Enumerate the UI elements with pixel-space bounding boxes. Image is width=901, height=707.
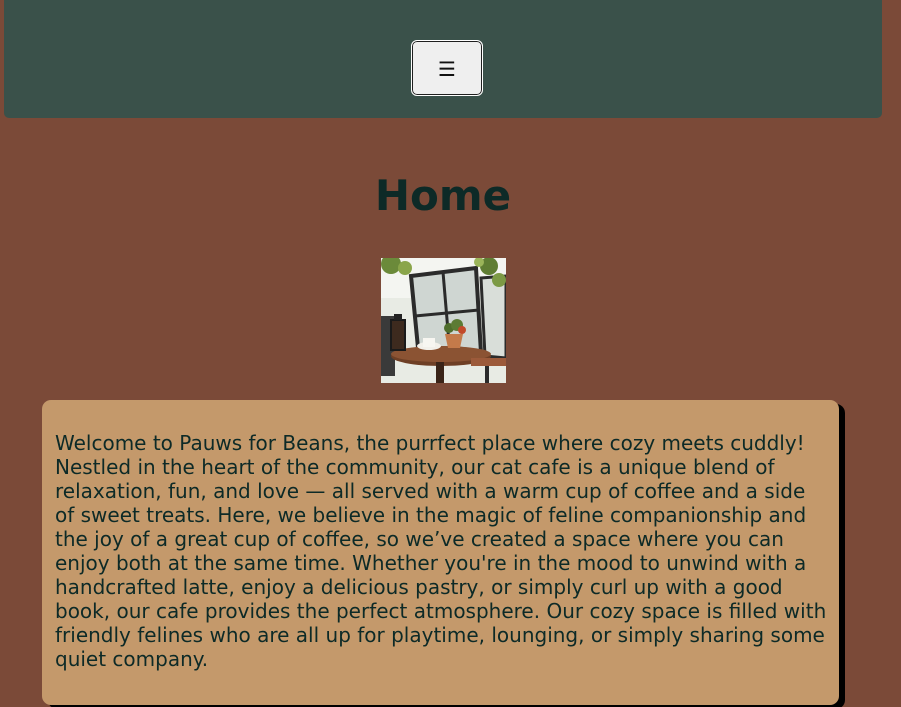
cafe-photo-illustration [381,258,506,383]
cafe-table-image [381,258,506,383]
welcome-text: Welcome to Pauws for Beans, the purrfect… [55,431,827,671]
page-title: Home [374,171,512,220]
hamburger-menu-button[interactable]: ☰ [411,40,483,96]
welcome-card: Welcome to Pauws for Beans, the purrfect… [42,400,839,705]
site-header: ☰ [4,0,882,118]
